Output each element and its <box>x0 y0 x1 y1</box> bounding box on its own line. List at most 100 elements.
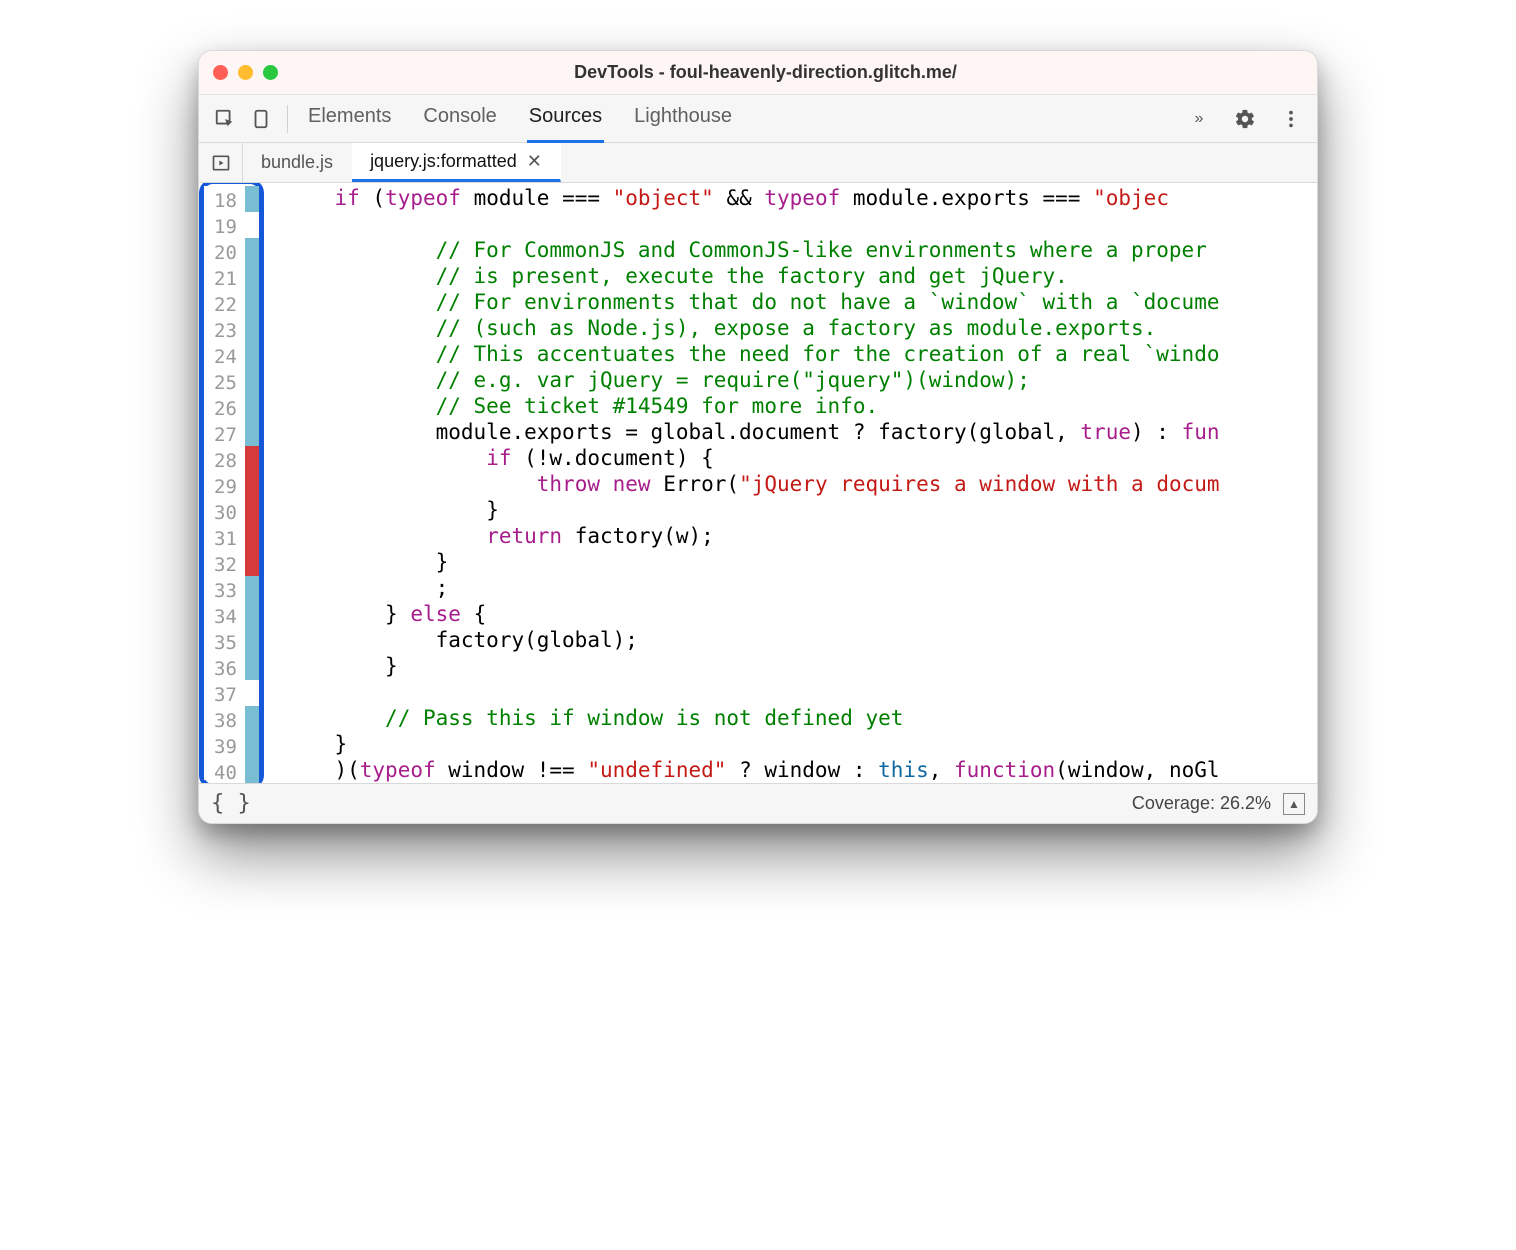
coverage-marker <box>245 498 259 524</box>
code-line[interactable]: return factory(w); <box>284 523 1317 549</box>
line-number[interactable]: 39 <box>214 734 241 760</box>
code-line[interactable]: } <box>284 731 1317 757</box>
line-number[interactable]: 30 <box>214 500 241 526</box>
code-line[interactable]: // (such as Node.js), expose a factory a… <box>284 315 1317 341</box>
code-line[interactable]: // Pass this if window is not defined ye… <box>284 705 1317 731</box>
line-number[interactable]: 27 <box>214 422 241 448</box>
coverage-marker <box>245 316 259 342</box>
panel-tabs: Elements Console Sources Lighthouse <box>306 95 1181 143</box>
minimize-window-button[interactable] <box>238 65 253 80</box>
toolbar-divider <box>287 105 288 133</box>
coverage-marker <box>245 524 259 550</box>
line-number[interactable]: 24 <box>214 344 241 370</box>
code-line[interactable]: throw new Error("jQuery requires a windo… <box>284 471 1317 497</box>
line-number[interactable]: 40 <box>214 760 241 783</box>
window-title: DevTools - foul-heavenly-direction.glitc… <box>298 62 1233 83</box>
line-number-gutter: 1819202122232425262728293031323334353637… <box>204 186 245 780</box>
devtools-window: DevTools - foul-heavenly-direction.glitc… <box>198 50 1318 824</box>
inspect-element-icon[interactable] <box>207 101 243 137</box>
panel-tab-sources[interactable]: Sources <box>527 95 604 143</box>
pretty-print-icon[interactable]: { } <box>211 791 251 816</box>
coverage-marker <box>245 654 259 680</box>
line-number[interactable]: 36 <box>214 656 241 682</box>
settings-icon[interactable] <box>1227 101 1263 137</box>
code-line[interactable]: )(typeof window !== "undefined" ? window… <box>284 757 1317 783</box>
panel-tab-console[interactable]: Console <box>421 95 498 143</box>
fold-toggle-icon[interactable]: ▲ <box>1283 793 1305 815</box>
line-number[interactable]: 18 <box>214 188 241 214</box>
coverage-marker <box>245 342 259 368</box>
coverage-status: Coverage: 26.2% <box>1132 793 1271 814</box>
code-line[interactable]: // For CommonJS and CommonJS-like enviro… <box>284 237 1317 263</box>
coverage-marker <box>245 576 259 602</box>
status-bar: { } Coverage: 26.2% ▲ <box>199 783 1317 823</box>
device-toolbar-icon[interactable] <box>243 101 279 137</box>
coverage-marker <box>245 602 259 628</box>
more-panels-button[interactable]: » <box>1181 101 1217 137</box>
line-number[interactable]: 37 <box>214 682 241 708</box>
code-line[interactable]: } <box>284 497 1317 523</box>
panel-tab-lighthouse[interactable]: Lighthouse <box>632 95 734 143</box>
code-content[interactable]: if (typeof module === "object" && typeof… <box>266 183 1317 783</box>
file-tabs: bundle.jsjquery.js:formatted✕ <box>199 143 1317 183</box>
line-number[interactable]: 38 <box>214 708 241 734</box>
code-line[interactable]: factory(global); <box>284 627 1317 653</box>
coverage-marker <box>245 706 259 732</box>
code-line[interactable]: } <box>284 549 1317 575</box>
coverage-marker <box>245 238 259 264</box>
traffic-lights <box>213 65 278 80</box>
code-line[interactable]: // This accentuates the need for the cre… <box>284 341 1317 367</box>
code-line[interactable]: // For environments that do not have a `… <box>284 289 1317 315</box>
code-line[interactable] <box>284 211 1317 237</box>
code-line[interactable]: module.exports = global.document ? facto… <box>284 419 1317 445</box>
line-number[interactable]: 19 <box>214 214 241 240</box>
kebab-menu-icon[interactable] <box>1273 101 1309 137</box>
coverage-marker <box>245 680 259 706</box>
line-number[interactable]: 29 <box>214 474 241 500</box>
close-window-button[interactable] <box>213 65 228 80</box>
line-number[interactable]: 31 <box>214 526 241 552</box>
line-number[interactable]: 28 <box>214 448 241 474</box>
coverage-marker <box>245 420 259 446</box>
coverage-marker <box>245 472 259 498</box>
line-number[interactable]: 23 <box>214 318 241 344</box>
show-navigator-icon[interactable] <box>199 143 243 182</box>
coverage-highlight-annotation: 1819202122232425262728293031323334353637… <box>199 183 264 783</box>
line-number[interactable]: 33 <box>214 578 241 604</box>
file-tab[interactable]: jquery.js:formatted✕ <box>352 143 561 182</box>
main-toolbar: Elements Console Sources Lighthouse » <box>199 95 1317 143</box>
code-line[interactable]: if (typeof module === "object" && typeof… <box>284 185 1317 211</box>
coverage-marker <box>245 732 259 758</box>
code-line[interactable]: // See ticket #14549 for more info. <box>284 393 1317 419</box>
line-number[interactable]: 32 <box>214 552 241 578</box>
coverage-gutter <box>245 186 259 780</box>
line-number[interactable]: 26 <box>214 396 241 422</box>
line-number[interactable]: 20 <box>214 240 241 266</box>
coverage-marker <box>245 264 259 290</box>
code-line[interactable]: // is present, execute the factory and g… <box>284 263 1317 289</box>
coverage-marker <box>245 550 259 576</box>
line-number[interactable]: 35 <box>214 630 241 656</box>
coverage-marker <box>245 758 259 783</box>
code-editor[interactable]: 1819202122232425262728293031323334353637… <box>199 183 1317 783</box>
coverage-marker <box>245 368 259 394</box>
coverage-marker <box>245 628 259 654</box>
panel-tab-elements[interactable]: Elements <box>306 95 393 143</box>
code-line[interactable]: } <box>284 653 1317 679</box>
file-tab[interactable]: bundle.js <box>243 143 352 182</box>
code-line[interactable] <box>284 679 1317 705</box>
coverage-marker <box>245 290 259 316</box>
line-number[interactable]: 22 <box>214 292 241 318</box>
coverage-marker <box>245 212 259 238</box>
line-number[interactable]: 34 <box>214 604 241 630</box>
titlebar: DevTools - foul-heavenly-direction.glitc… <box>199 51 1317 95</box>
zoom-window-button[interactable] <box>263 65 278 80</box>
close-icon[interactable]: ✕ <box>527 151 542 172</box>
code-line[interactable]: } else { <box>284 601 1317 627</box>
code-line[interactable]: // e.g. var jQuery = require("jquery")(w… <box>284 367 1317 393</box>
coverage-marker <box>245 446 259 472</box>
code-line[interactable]: if (!w.document) { <box>284 445 1317 471</box>
line-number[interactable]: 21 <box>214 266 241 292</box>
code-line[interactable]: ; <box>284 575 1317 601</box>
line-number[interactable]: 25 <box>214 370 241 396</box>
